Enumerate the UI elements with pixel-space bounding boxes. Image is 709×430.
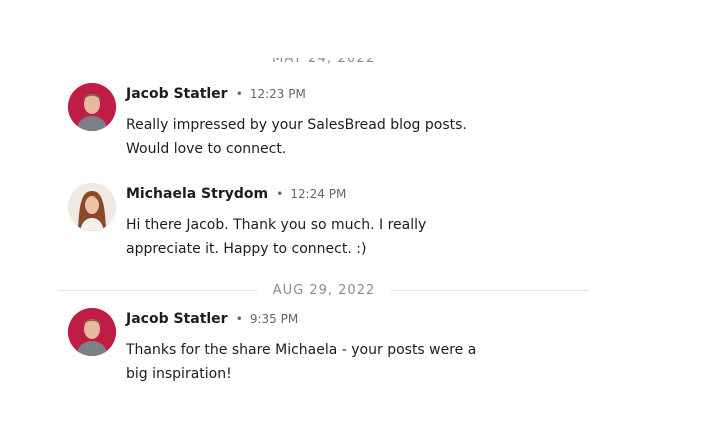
avatar-portrait-icon — [68, 83, 116, 131]
sender-name[interactable]: Jacob Statler — [126, 311, 228, 327]
meta-separator: • — [235, 312, 243, 326]
message-line: Hi there Jacob. Thank you so much. I rea… — [126, 217, 427, 233]
message-line: big inspiration! — [126, 366, 232, 382]
avatar-michaela-strydom[interactable] — [68, 183, 116, 231]
date-divider-partial: MAY 24, 2022 — [272, 58, 382, 72]
date-divider-partial-label: MAY 24, 2022 — [272, 58, 376, 66]
message-line: Would love to connect. — [126, 141, 287, 157]
divider-line — [390, 290, 588, 291]
message-timestamp: 12:23 PM — [249, 87, 306, 101]
message-line: Really impressed by your SalesBread blog… — [126, 117, 467, 133]
message-text: Hi there Jacob. Thank you so much. I rea… — [126, 213, 546, 261]
message-text: Really impressed by your SalesBread blog… — [126, 113, 546, 161]
message-line: appreciate it. Happy to connect. :) — [126, 241, 367, 257]
message-timestamp: 12:24 PM — [290, 187, 347, 201]
avatar-portrait-icon — [68, 308, 116, 356]
meta-separator: • — [276, 187, 284, 201]
divider-line — [58, 290, 258, 291]
message-line: Thanks for the share Michaela - your pos… — [126, 342, 477, 358]
message-timestamp: 9:35 PM — [249, 312, 299, 326]
avatar-portrait-icon — [68, 183, 116, 231]
sender-name[interactable]: Jacob Statler — [126, 86, 228, 102]
avatar-jacob-statler[interactable] — [68, 83, 116, 131]
meta-separator: • — [235, 87, 243, 101]
date-divider-label: AUG 29, 2022 — [272, 283, 376, 298]
message-text: Thanks for the share Michaela - your pos… — [126, 338, 546, 386]
avatar-jacob-statler[interactable] — [68, 308, 116, 356]
date-divider: AUG 29, 2022 — [58, 281, 588, 301]
sender-name[interactable]: Michaela Strydom — [126, 186, 268, 202]
